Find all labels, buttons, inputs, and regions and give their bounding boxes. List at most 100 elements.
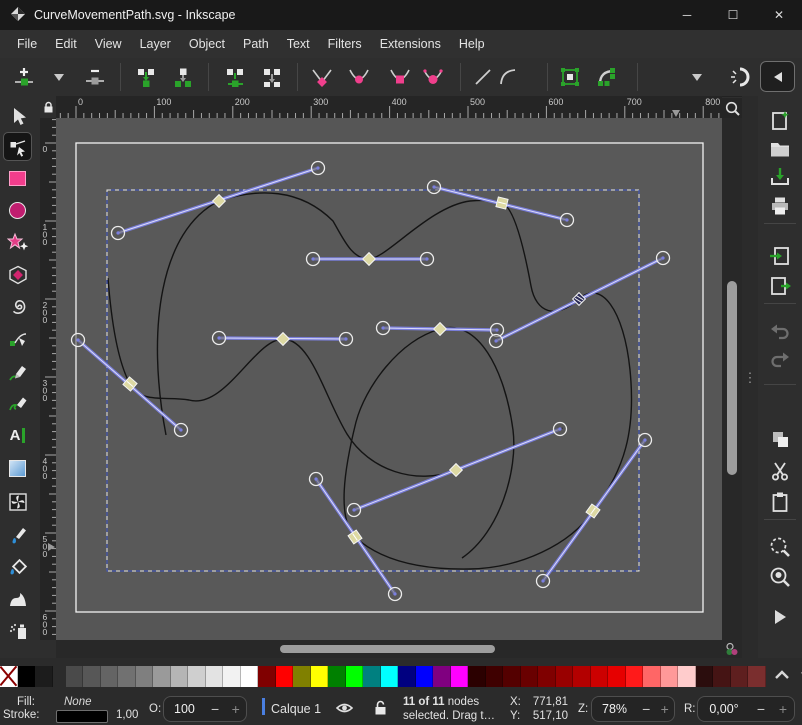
tool-3dbox-button[interactable]: [4, 261, 31, 288]
palette-swatch-ff00ff[interactable]: [451, 666, 469, 687]
vertical-ruler[interactable]: 0100200300400500600: [40, 118, 56, 640]
palette-swatch-00ff00[interactable]: [346, 666, 364, 687]
palette-swatch-9a9a9a[interactable]: [153, 666, 171, 687]
import-button[interactable]: [767, 243, 793, 269]
delete-node-button[interactable]: [82, 65, 108, 89]
color-management-toggle[interactable]: [722, 640, 742, 658]
tool-calligraphy-button[interactable]: [4, 390, 31, 417]
tool-gradient-button[interactable]: [4, 455, 31, 482]
menu-help[interactable]: Help: [450, 33, 494, 55]
tool-selector-button[interactable]: [4, 102, 31, 129]
snap-toggle-button[interactable]: [727, 65, 753, 89]
palette-swatch-e60000[interactable]: [608, 666, 626, 687]
palette-swatch-e3e3e3[interactable]: [206, 666, 224, 687]
palette-scroll-up-button[interactable]: [774, 667, 790, 685]
zoom-1-1-button[interactable]: [722, 98, 742, 118]
menu-edit[interactable]: Edit: [46, 33, 86, 55]
stroke-to-path-button[interactable]: [594, 65, 620, 89]
tool-tweak-button[interactable]: [4, 585, 31, 612]
opacity-spinbox[interactable]: 100 − +: [163, 696, 247, 722]
tool-spiral-button[interactable]: [4, 293, 31, 320]
palette-swatch-5e1f1f[interactable]: [731, 666, 749, 687]
palette-swatch-ffcccc[interactable]: [678, 666, 696, 687]
rotation-spinbox[interactable]: 0,00° − +: [697, 696, 795, 722]
palette-swatch-990000[interactable]: [556, 666, 574, 687]
tool-spray-button[interactable]: [4, 617, 31, 644]
segment-line-button[interactable]: [470, 65, 496, 89]
vertical-scrollbar[interactable]: [722, 118, 742, 640]
palette-swatch-808000[interactable]: [293, 666, 311, 687]
node-corner-button[interactable]: [309, 65, 335, 89]
palette-swatch-ff9999[interactable]: [661, 666, 679, 687]
palette-swatch-ff0000[interactable]: [276, 666, 294, 687]
redo-button[interactable]: [767, 346, 793, 372]
palette-swatch-646464[interactable]: [101, 666, 119, 687]
palette-swatch-451414[interactable]: [713, 666, 731, 687]
palette-swatch-ffff00[interactable]: [311, 666, 329, 687]
close-button[interactable]: ✕: [756, 0, 802, 30]
palette-swatch-575757[interactable]: [83, 666, 101, 687]
node-smooth-button[interactable]: [346, 65, 372, 89]
tool-text-button[interactable]: A: [4, 422, 31, 449]
menu-layer[interactable]: Layer: [131, 33, 180, 55]
tool-mesh-button[interactable]: [4, 488, 31, 515]
palette-swatch-008080[interactable]: [363, 666, 381, 687]
zoom-value[interactable]: 78%: [592, 702, 637, 716]
zoom-spinbox[interactable]: 78% − +: [591, 696, 675, 722]
palette-swatch-4a4a4a[interactable]: [66, 666, 84, 687]
delete-segment-button[interactable]: [259, 65, 285, 89]
tool-pencil-button[interactable]: [4, 358, 31, 385]
zoom-decrease-button[interactable]: −: [637, 701, 655, 717]
join-nodes-button[interactable]: [133, 65, 159, 89]
insert-node-button[interactable]: [11, 65, 37, 89]
duplicate-button[interactable]: [767, 426, 793, 452]
menu-filters[interactable]: Filters: [319, 33, 371, 55]
palette-swatch-ffffff[interactable]: [241, 666, 259, 687]
toolbar-overflow-dropdown[interactable]: [684, 65, 710, 89]
palette-swatch-2b0d0d[interactable]: [696, 666, 714, 687]
palette-swatch-none[interactable]: [0, 666, 18, 687]
palette-swatch-cfcfcf[interactable]: [188, 666, 206, 687]
menu-view[interactable]: View: [86, 33, 131, 55]
palette-swatch-540000[interactable]: [503, 666, 521, 687]
horizontal-ruler[interactable]: 0100200300400500600700800: [56, 96, 722, 118]
print-button[interactable]: [767, 193, 793, 219]
palette-swatch-b30000[interactable]: [573, 666, 591, 687]
stroke-width-value[interactable]: 1,00: [116, 709, 138, 721]
cut-button[interactable]: [767, 458, 793, 484]
zoom-increase-button[interactable]: +: [656, 701, 674, 717]
node-auto-button[interactable]: [420, 65, 446, 89]
layer-visibility-toggle[interactable]: [336, 701, 353, 718]
paste-button[interactable]: [767, 489, 793, 515]
palette-swatch-800080[interactable]: [433, 666, 451, 687]
drawing-svg[interactable]: [56, 118, 722, 640]
dock-resize-grip[interactable]: ⋮: [742, 96, 758, 660]
opacity-decrease-button[interactable]: −: [205, 701, 226, 717]
rotation-decrease-button[interactable]: −: [750, 701, 772, 717]
palette-swatch-00ffff[interactable]: [381, 666, 399, 687]
tool-paintbucket-button[interactable]: [4, 553, 31, 580]
zoom-drawing-button[interactable]: [767, 564, 793, 590]
rotation-increase-button[interactable]: +: [772, 701, 794, 717]
object-to-path-button[interactable]: [557, 65, 583, 89]
layer-lock-toggle[interactable]: [374, 700, 387, 718]
tool-node-editor-button[interactable]: [4, 133, 31, 160]
menu-object[interactable]: Object: [180, 33, 234, 55]
tool-rectangle-button[interactable]: [4, 165, 31, 192]
join-segment-button[interactable]: [222, 65, 248, 89]
vscroll-thumb[interactable]: [727, 281, 737, 475]
tool-pen-button[interactable]: [4, 326, 31, 353]
minimize-button[interactable]: ─: [664, 0, 710, 30]
palette-swatch-7f7f7f[interactable]: [136, 666, 154, 687]
hscroll-thumb[interactable]: [280, 645, 495, 653]
break-nodes-button[interactable]: [170, 65, 196, 89]
undo-button[interactable]: [767, 318, 793, 344]
palette-swatch-f2f2f2[interactable]: [223, 666, 241, 687]
insert-node-dropdown[interactable]: [46, 65, 72, 89]
stroke-color-swatch[interactable]: [56, 710, 108, 723]
tool-dropper-button[interactable]: [4, 521, 31, 548]
opacity-value[interactable]: 100: [164, 702, 205, 716]
palette-swatch-ff1a1a[interactable]: [626, 666, 644, 687]
next-zoom-button[interactable]: [767, 604, 793, 630]
menu-path[interactable]: Path: [234, 33, 278, 55]
